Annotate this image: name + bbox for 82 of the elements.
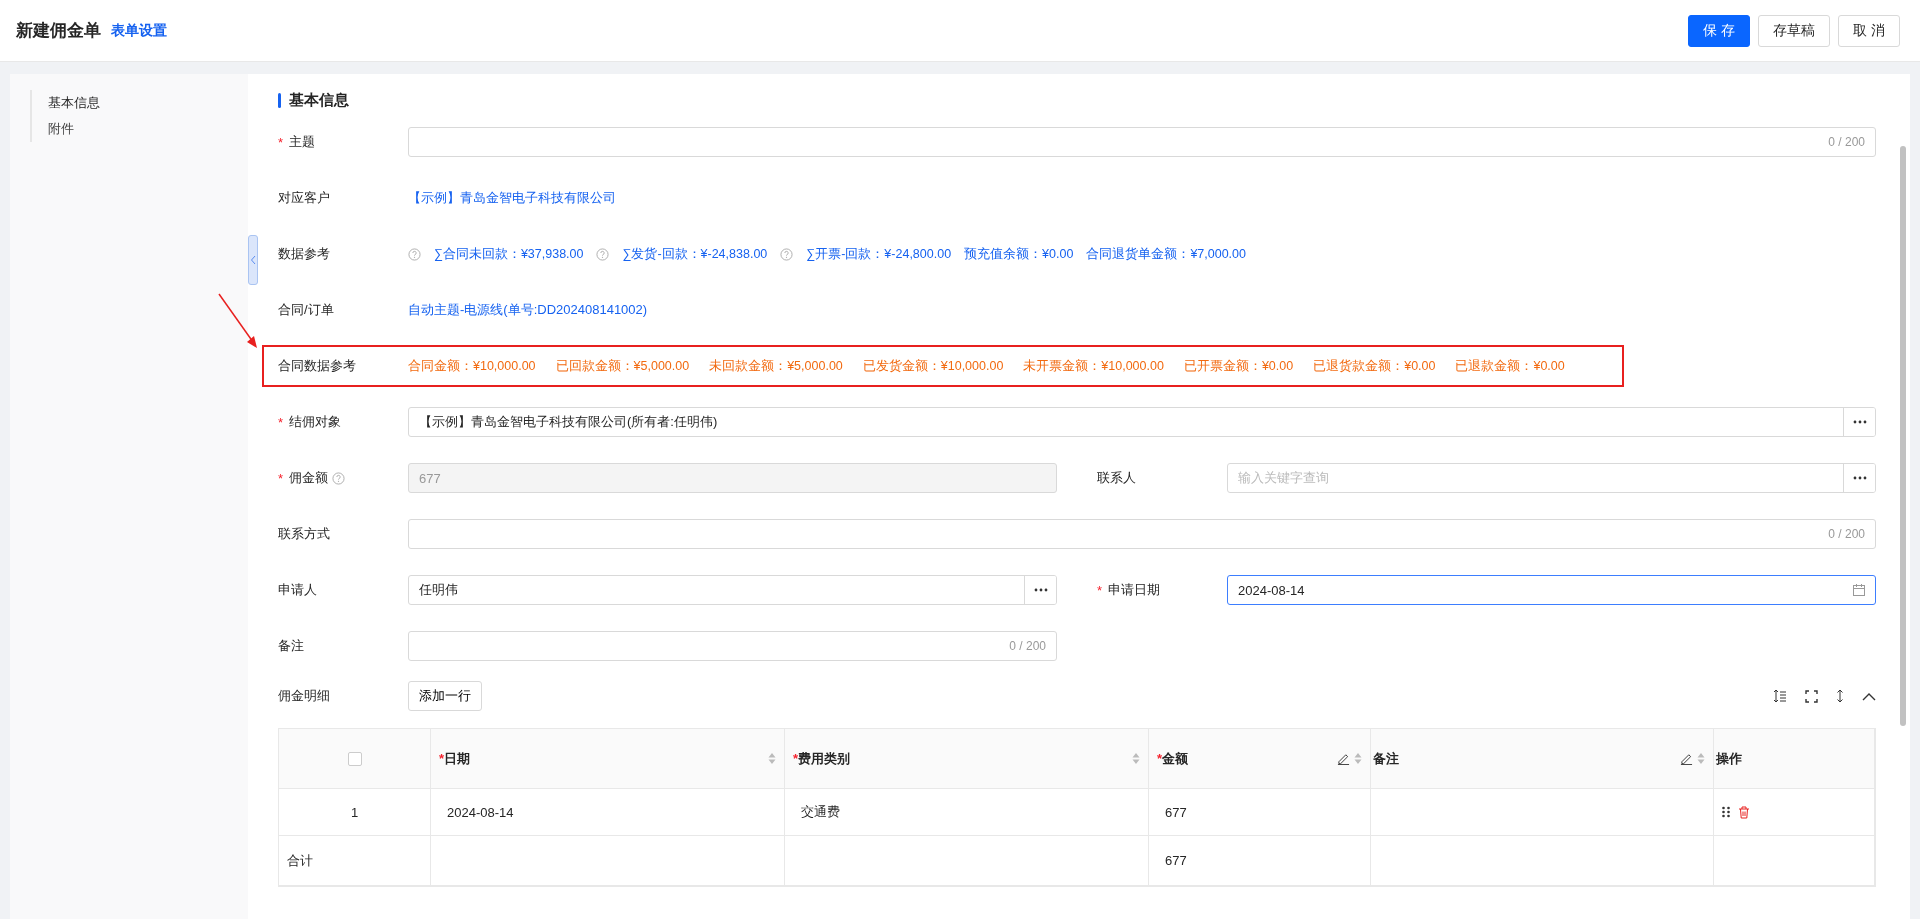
chevron-icon: [250, 255, 256, 265]
contract-value: 合同金额：¥10,000.00: [408, 357, 536, 375]
required-mark: *: [278, 470, 284, 486]
required-mark: *: [439, 751, 445, 766]
field-label: 联系方式: [278, 525, 330, 543]
contract-value: 已退货款金额：¥0.00: [1313, 357, 1436, 375]
field-label: 佣金明细: [278, 687, 330, 705]
contract-value: 未开票金额：¥10,000.00: [1023, 357, 1164, 375]
field-label: 合同/订单: [278, 301, 334, 319]
column-header: 金额: [1162, 749, 1189, 768]
table-cell: 合计: [279, 836, 431, 886]
reference-value: 预充值余额：¥0.00: [964, 245, 1074, 263]
help-icon: [408, 247, 421, 261]
field-label: 备注: [278, 637, 304, 655]
reference-value: 合同退货单金额：¥7,000.00: [1086, 245, 1246, 263]
contract-value: 已退款金额：¥0.00: [1455, 357, 1565, 375]
column-header: 费用类别: [798, 749, 851, 768]
picker-input[interactable]: 【示例】青岛金智电子科技有限公司(所有者:任明伟): [408, 407, 1876, 437]
field-label: 主题: [289, 133, 316, 151]
collapse-icon[interactable]: [1862, 691, 1876, 701]
field-label: 合同数据参考: [278, 357, 356, 375]
field-label: 佣金额: [289, 469, 329, 487]
section-title: 基本信息: [289, 90, 349, 110]
required-mark: *: [278, 414, 284, 430]
more-icon: [1033, 588, 1048, 592]
table-cell: 1: [279, 789, 431, 836]
date-input[interactable]: 2024-08-14: [1227, 575, 1876, 605]
table-cell: 交通费: [785, 789, 1149, 836]
column-header: 日期: [444, 749, 471, 768]
required-mark: *: [1157, 751, 1163, 766]
required-mark: *: [793, 751, 799, 766]
action-button[interactable]: 存草稿: [1758, 14, 1831, 47]
sidebar-item[interactable]: 附件: [48, 120, 228, 138]
sidebar-item[interactable]: 基本信息: [48, 94, 228, 112]
help-icon: [596, 247, 610, 261]
contract-value: 未回款金额：¥5,000.00: [709, 357, 843, 375]
table-cell: 677: [1149, 789, 1371, 836]
sort-icon: [1697, 752, 1705, 765]
expand-icon[interactable]: [1836, 689, 1844, 703]
row-height-icon[interactable]: [1773, 689, 1787, 703]
help-icon: [780, 247, 794, 261]
form-settings-link[interactable]: 表单设置: [111, 21, 167, 40]
column-header: 备注: [1373, 749, 1399, 768]
column-header: 操作: [1716, 749, 1742, 768]
table-cell: 2024-08-14: [431, 789, 785, 836]
add-row-button[interactable]: 添加一行: [408, 681, 482, 711]
link[interactable]: 自动主题-电源线(单号:DD202408141002): [408, 301, 648, 319]
action-button[interactable]: 取 消: [1838, 14, 1900, 47]
field-label: 结佣对象: [289, 413, 342, 431]
edit-icon: [1337, 752, 1350, 765]
field-label: 申请日期: [1108, 581, 1161, 599]
contract-value: 已回款金额：¥5,000.00: [555, 357, 690, 375]
calendar-icon: [1853, 584, 1865, 596]
help-icon: [332, 471, 346, 485]
more-icon: [1852, 420, 1867, 424]
contract-value: 已发货金额：¥10,000.00: [862, 357, 1004, 375]
fullscreen-icon[interactable]: [1805, 689, 1818, 703]
reference-value: ∑开票-回款：¥-24,800.00: [806, 245, 952, 263]
edit-icon: [1680, 752, 1693, 765]
field-label: 联系人: [1097, 469, 1136, 487]
picker-input[interactable]: 任明伟: [408, 575, 1057, 605]
field-label: 申请人: [278, 581, 317, 599]
reference-value: ∑发货-回款：¥-24,838.00: [622, 245, 768, 263]
contract-value: 已开票金额：¥0.00: [1183, 357, 1294, 375]
table-cell: 677: [1149, 836, 1371, 886]
drag-handle-icon[interactable]: [1722, 806, 1730, 818]
required-mark: *: [278, 134, 284, 150]
link[interactable]: 【示例】青岛金智电子科技有限公司: [408, 189, 616, 207]
sort-icon: [768, 752, 776, 765]
field-label: 对应客户: [278, 189, 330, 207]
page-title: 新建佣金单: [16, 20, 101, 42]
delete-icon[interactable]: [1738, 805, 1750, 819]
save-button[interactable]: 保 存: [1688, 14, 1751, 47]
sort-icon: [1132, 752, 1140, 765]
field-label: 数据参考: [278, 245, 330, 263]
sort-icon: [1354, 752, 1362, 765]
reference-value: ∑合同未回款：¥37,938.00: [434, 245, 584, 263]
required-mark: *: [1097, 582, 1103, 598]
collapse-handle[interactable]: [248, 235, 258, 285]
select-all-checkbox[interactable]: [347, 751, 362, 766]
more-icon: [1852, 476, 1867, 480]
annotation-arrow: [218, 293, 258, 349]
